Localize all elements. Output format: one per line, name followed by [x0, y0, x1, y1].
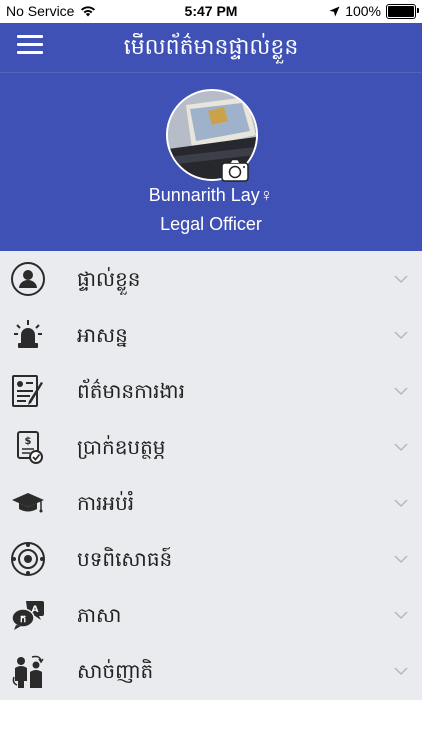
chevron-down-icon [394, 555, 408, 563]
menu-item-allowance[interactable]: $ ប្រាក់ឧបត្ថម្ភ [0, 419, 422, 475]
menu-label-education: ការអប់រំ [77, 491, 135, 515]
emergency-siren-icon [14, 320, 42, 348]
chevron-down-icon [394, 387, 408, 395]
menu-label-language: ភាសា [77, 603, 122, 627]
menu-label-work-info: ព័ត៌មានការងារ [77, 379, 185, 403]
nav-bar: មើលព័ត៌មានផ្ទាល់ខ្លួន [0, 23, 422, 73]
experience-icon [11, 542, 45, 576]
personal-user-icon [11, 262, 45, 296]
menu-item-personal[interactable]: ផ្ទាល់ខ្លួន [0, 251, 422, 307]
menu-label-allowance: ប្រាក់ឧបត្ថម្ភ [77, 435, 166, 459]
battery-icon [386, 3, 419, 19]
relatives-family-icon [12, 655, 44, 688]
profile-header: Bunnarith Lay♀ Legal Officer [0, 73, 422, 251]
change-photo-button[interactable] [221, 158, 249, 182]
menu-item-education[interactable]: ការអប់រំ [0, 475, 422, 531]
chevron-down-icon [394, 611, 408, 619]
menu-label-personal: ផ្ទាល់ខ្លួន [77, 267, 141, 291]
profile-sections-list: ផ្ទាល់ខ្លួន អាសន្ន ព័ត៌មានការងារ $ ប្រាក… [0, 251, 422, 700]
menu-item-relatives[interactable]: សាច់ញាតិ [0, 643, 422, 699]
battery-percent: 100% [345, 3, 381, 19]
hamburger-menu-button[interactable] [17, 35, 43, 57]
menu-item-language[interactable]: A ក ភាសា [0, 587, 422, 643]
page-title: មើលព័ត៌មានផ្ទាល់ខ្លួន [123, 35, 299, 60]
hamburger-line [17, 51, 43, 54]
camera-icon [221, 158, 249, 182]
menu-item-experience[interactable]: បទពិសោធន៍ [0, 531, 422, 587]
chevron-down-icon [394, 331, 408, 339]
status-bar: No Service 5:47 PM 100% [0, 0, 422, 23]
hamburger-menu-icon [17, 35, 43, 38]
svg-text:ក: ក [20, 614, 26, 625]
language-icon: A ក [11, 601, 44, 630]
profile-role: Legal Officer [160, 214, 262, 234]
menu-item-work-info[interactable]: ព័ត៌មានការងារ [0, 363, 422, 419]
menu-item-emergency[interactable]: អាសន្ន [0, 307, 422, 363]
chevron-down-icon [394, 443, 408, 451]
work-document-icon [12, 375, 43, 407]
svg-text:$: $ [25, 436, 32, 447]
chevron-down-icon [394, 667, 408, 675]
location-arrow-icon [329, 6, 340, 16]
chevron-down-icon [394, 275, 408, 283]
profile-name: Bunnarith Lay♀ [148, 185, 274, 205]
status-right: 100% [329, 3, 419, 19]
chevron-down-icon [394, 499, 408, 507]
menu-label-relatives: សាច់ញាតិ [77, 659, 154, 683]
graduation-cap-icon [12, 493, 44, 513]
menu-label-emergency: អាសន្ន [77, 323, 128, 347]
allowance-money-icon: $ [17, 431, 43, 464]
hamburger-line [17, 43, 43, 46]
menu-label-experience: បទពិសោធន៍ [77, 547, 173, 571]
